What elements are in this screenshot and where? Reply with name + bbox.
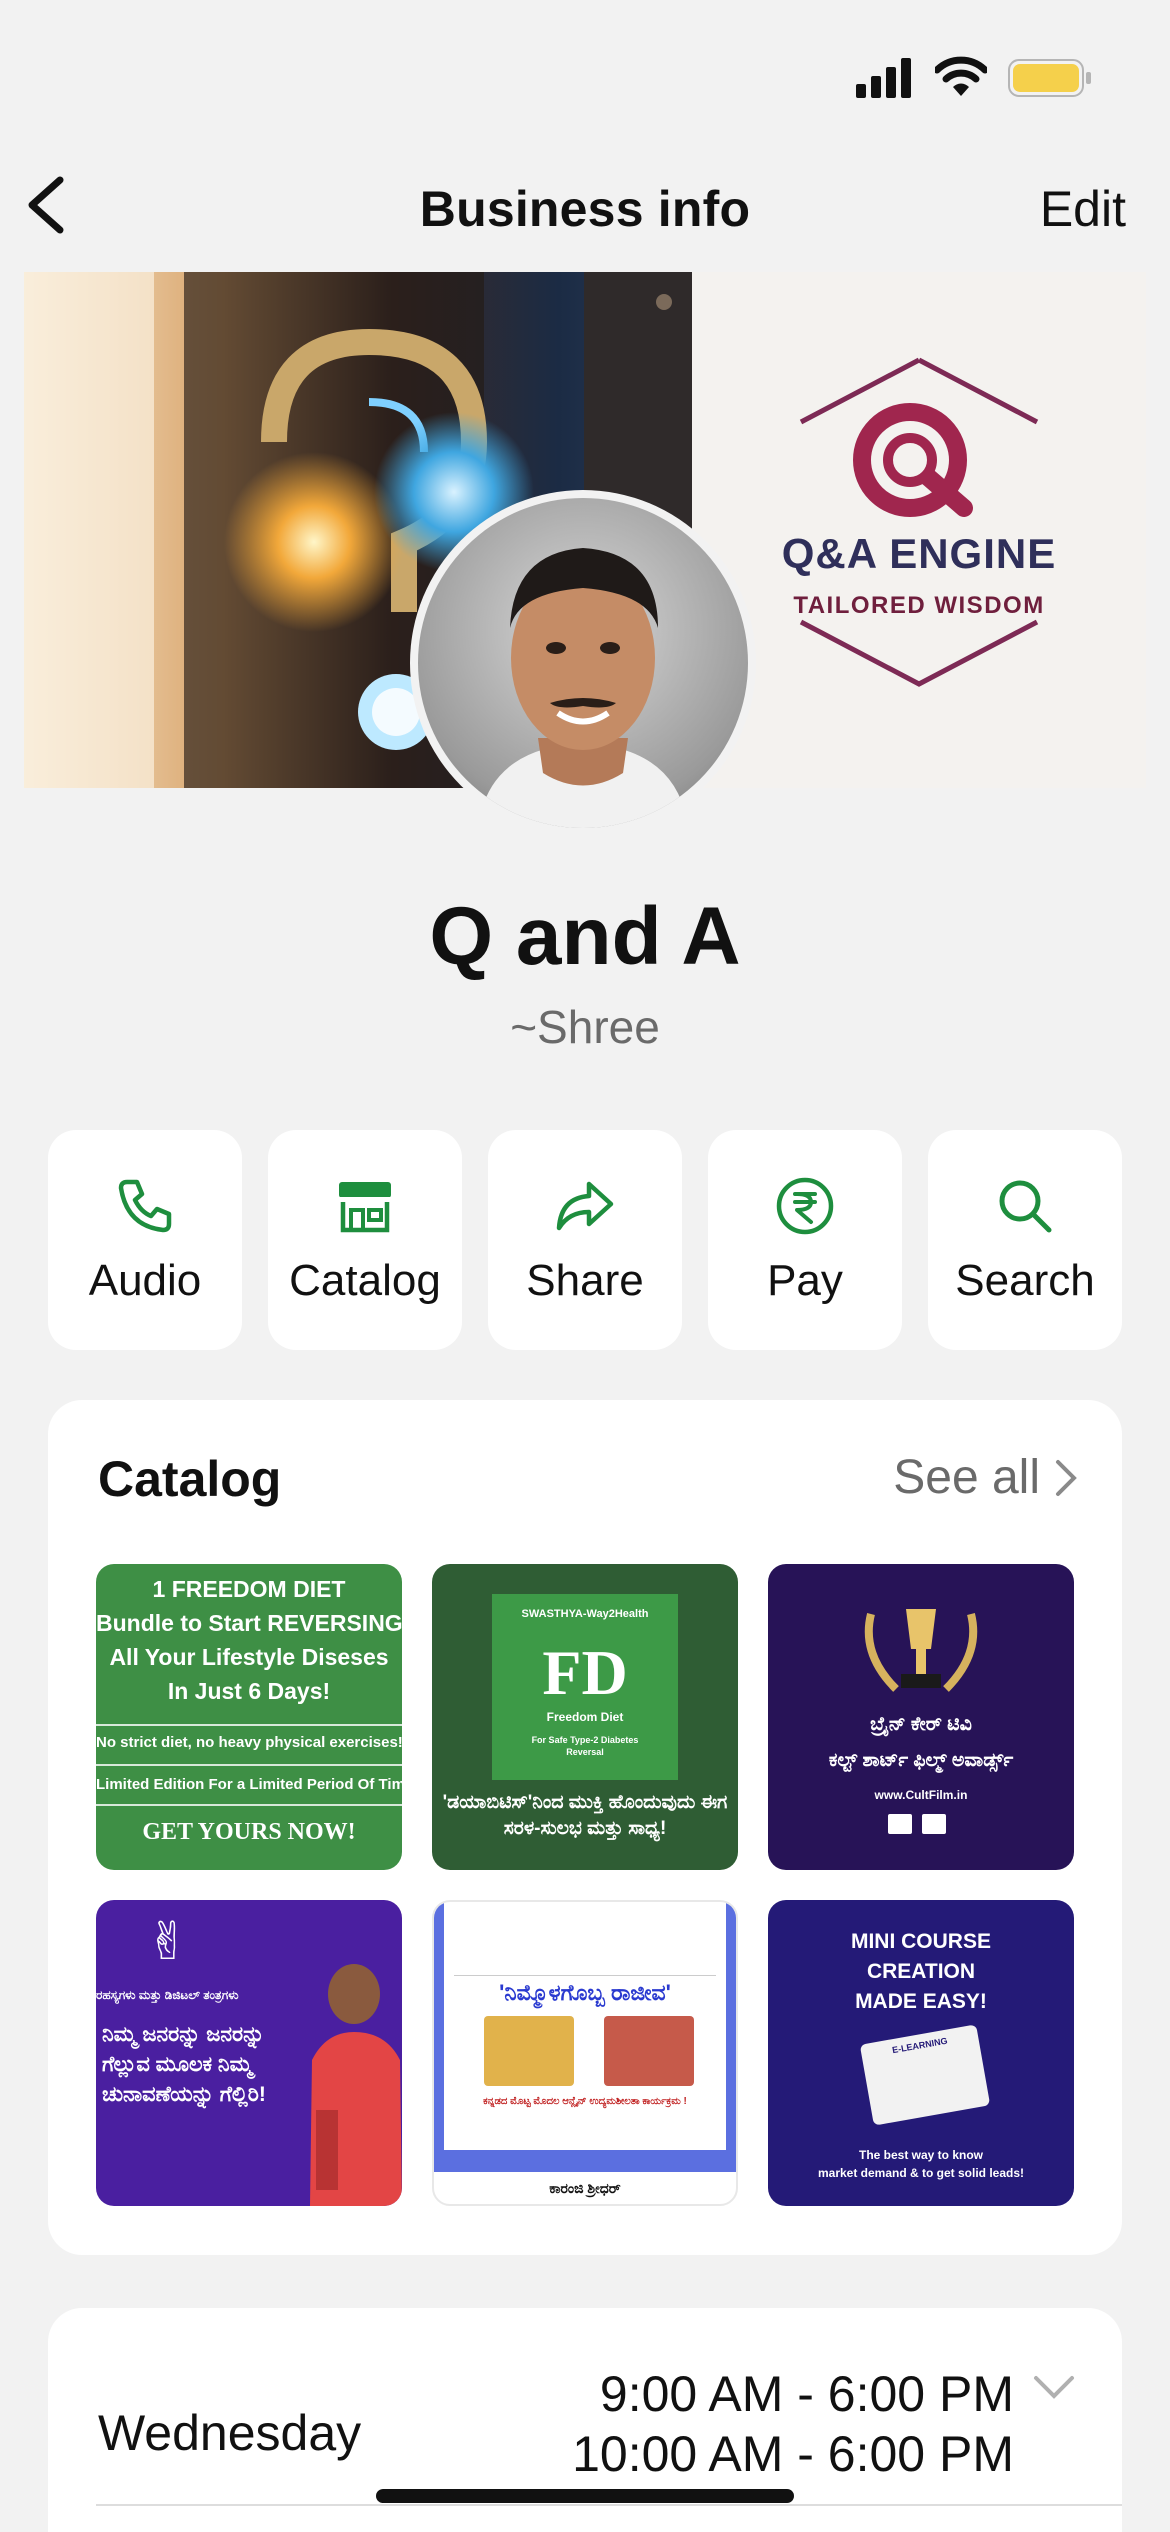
catalog-item-text: ನಿಮ್ಮ ಜನರನ್ನು ಜನರನ್ನು ಗೆಲ್ಲುವ ಮೂಲಕ ನಿಮ್ಮ… bbox=[102, 2023, 266, 2106]
catalog-item-text: Freedom Diet bbox=[546, 1710, 624, 1724]
see-all-link[interactable]: See all bbox=[893, 1450, 1078, 1505]
share-button[interactable]: Share bbox=[488, 1130, 682, 1350]
catalog-title: Catalog bbox=[98, 1451, 282, 1507]
catalog-item[interactable]: 'ನಿಮ್ಮೊಳಗೊಬ್ಬ ರಾಜೀವ' ಕನ್ನಡದ ಮೊಟ್ಟ ಮೊದಲ ಆ… bbox=[432, 1900, 738, 2206]
logo-subtitle: TAILORED WISDOM bbox=[793, 592, 1045, 619]
pay-label: Pay bbox=[767, 1256, 843, 1305]
logo-title: Q&A ENGINE bbox=[781, 530, 1057, 577]
catalog-item-text: market demand & to get solid leads! bbox=[817, 2166, 1025, 2180]
divider bbox=[96, 2504, 1122, 2506]
storefront-icon bbox=[339, 1182, 391, 1233]
search-icon bbox=[999, 1180, 1052, 1233]
catalog-item-text: 'ನಿಮ್ಮೊಳಗೊಬ್ಬ ರಾಜೀವ' bbox=[499, 1980, 671, 2005]
catalog-item-text: ಬ್ರೈನ್ ಕೇರ್ ಟಿವಿ bbox=[870, 1714, 972, 1735]
catalog-item[interactable]: 1 FREEDOM DIET Bundle to Start REVERSING… bbox=[96, 1564, 402, 1870]
decorative-text-block bbox=[454, 1916, 716, 1976]
business-name: Q and A bbox=[429, 891, 741, 982]
chevron-down-icon[interactable] bbox=[1032, 2372, 1076, 2402]
hours-time-1: 9:00 AM - 6:00 PM bbox=[599, 2366, 1014, 2422]
qa-engine-logo: Q&A ENGINE TAILORED WISDOM bbox=[692, 272, 1146, 788]
business-subtitle: ~Shree bbox=[510, 1001, 660, 1053]
catalog-item-text: 'ಡಯಾಬಿಟಿಸ್'ನಿಂದ ಮುಕ್ತಿ ಹೊಂದುವುದು ಈಗ ಸರಳ-… bbox=[442, 1792, 728, 1839]
catalog-item[interactable]: ಬ್ರೈನ್ ಕೇರ್ ಟಿವಿ ಕಲ್ಟ್ ಶಾರ್ಟ್ ಫಿಲ್ಮ್ ಅವಾ… bbox=[768, 1564, 1074, 1870]
action-buttons: Audio Catalog Share Pay Search bbox=[48, 1130, 1122, 1350]
nav-bar: Business info Edit bbox=[0, 160, 1170, 250]
catalog-item-text: MADE EASY! bbox=[855, 1990, 987, 2013]
victory-hand-icon: ✌ bbox=[146, 1913, 190, 1971]
catalog-item-text: GET YOURS NOW! bbox=[142, 1819, 356, 1845]
catalog-item-text: ಕಲ್ಟ್ ಶಾರ್ಟ್ ಫಿಲ್ಮ್ ಅವಾರ್ಡ್ಸ್ bbox=[828, 1750, 1014, 1771]
catalog-item-text: FD bbox=[542, 1637, 628, 1708]
catalog-item-text: Limited Edition For a Limited Period Of … bbox=[96, 1776, 402, 1793]
hours-time-2: 10:00 AM - 6:00 PM bbox=[572, 2426, 1014, 2482]
search-button[interactable]: Search bbox=[928, 1130, 1122, 1350]
search-label: Search bbox=[955, 1256, 1095, 1305]
pay-button[interactable]: Pay bbox=[708, 1130, 902, 1350]
wifi-icon bbox=[935, 56, 987, 96]
catalog-item[interactable]: SWASTHYA-Way2Health FD Freedom Diet For … bbox=[432, 1564, 738, 1870]
back-button[interactable] bbox=[20, 172, 80, 238]
catalog-item[interactable]: MINI COURSE CREATION MADE EASY! E-LEARNI… bbox=[768, 1900, 1074, 2206]
phone-icon bbox=[118, 1179, 172, 1233]
catalog-item-text: For Safe Type-2 Diabetes Reversal bbox=[531, 1735, 639, 1757]
trophy-icon bbox=[864, 1609, 978, 1692]
catalog-button[interactable]: Catalog bbox=[268, 1130, 462, 1350]
catalog-item-text: In Just 6 Days! bbox=[167, 1678, 331, 1704]
cellular-signal-icon bbox=[856, 58, 911, 98]
edit-button[interactable]: Edit bbox=[1040, 180, 1126, 238]
device-label: E-LEARNING bbox=[891, 2035, 949, 2056]
catalog-item-text: 1 FREEDOM DIET bbox=[152, 1576, 346, 1602]
hours-day: Wednesday bbox=[98, 2405, 362, 2461]
audio-label: Audio bbox=[88, 1256, 202, 1305]
battery-icon bbox=[1008, 59, 1091, 97]
catalog-item-text: All Your Lifestyle Diseses bbox=[109, 1644, 389, 1670]
page-title: Business info bbox=[419, 181, 751, 237]
avatar-photo bbox=[418, 498, 748, 828]
see-all-label: See all bbox=[893, 1451, 1040, 1504]
home-indicator[interactable] bbox=[376, 2489, 794, 2503]
catalog-item-text: MINI COURSE bbox=[850, 1930, 991, 1953]
audio-button[interactable]: Audio bbox=[48, 1130, 242, 1350]
chevron-left-icon bbox=[28, 176, 64, 234]
status-bar bbox=[0, 0, 1170, 150]
catalog-item-text: The best way to know bbox=[858, 2148, 984, 2162]
catalog-item-text: ರಹಸ್ಯಗಳು ಮತ್ತು ಡಿಜಿಟಲ್ ತಂತ್ರಗಳು bbox=[96, 1988, 239, 2002]
tablet-illustration: E-LEARNING bbox=[859, 2024, 991, 2126]
catalog-item-text: SWASTHYA-Way2Health bbox=[521, 1608, 649, 1620]
catalog-item-text: ಕಾರಂಜಿ ಶ್ರೀಧರ್ bbox=[549, 2180, 621, 2196]
hours-times: 9:00 AM - 6:00 PM 10:00 AM - 6:00 PM bbox=[572, 2364, 1014, 2484]
share-arrow-icon bbox=[556, 1181, 614, 1231]
catalog-item-text: www.CultFilm.in bbox=[874, 1788, 968, 1802]
catalog-item-text: No strict diet, no heavy physical exerci… bbox=[96, 1734, 402, 1751]
photo-left bbox=[484, 2016, 574, 2086]
photo-right bbox=[604, 2016, 694, 2086]
catalog-item-text: CREATION bbox=[866, 1960, 976, 1983]
avatar[interactable] bbox=[410, 490, 756, 836]
rupee-icon bbox=[776, 1177, 834, 1235]
chevron-right-icon bbox=[1056, 1459, 1077, 1496]
catalog-item[interactable]: ✌ ರಹಸ್ಯಗಳು ಮತ್ತು ಡಿಜಿಟಲ್ ತಂತ್ರಗಳು ನಿಮ್ಮ … bbox=[96, 1900, 402, 2206]
person-photo bbox=[310, 1964, 402, 2206]
catalog-item-text: ಕನ್ನಡದ ಮೊಟ್ಟ ಮೊದಲ ಆನ್ಲೈನ್ ಉದ್ಯಮಶೀಲತಾ ಕಾರ… bbox=[483, 2096, 687, 2107]
catalog-item-text: Bundle to Start REVERSING bbox=[96, 1610, 402, 1636]
share-label: Share bbox=[526, 1256, 644, 1305]
catalog-section: Catalog See all 1 FREEDOM DIET Bundle to… bbox=[48, 1400, 1122, 2255]
catalog-label: Catalog bbox=[289, 1256, 441, 1305]
